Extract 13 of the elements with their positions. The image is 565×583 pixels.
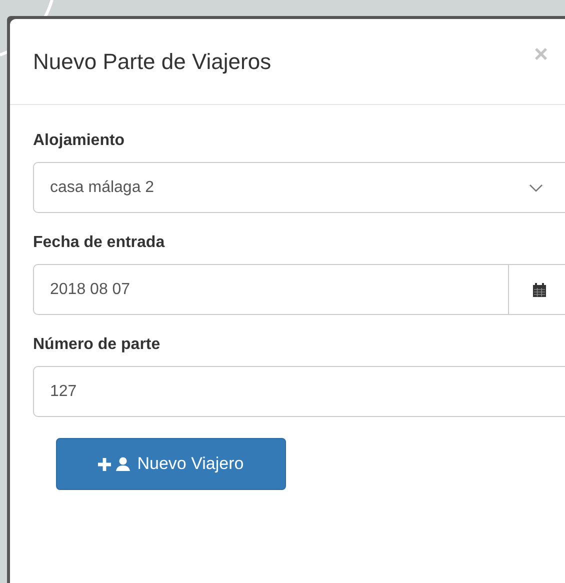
dialog-title: Nuevo Parte de Viajeros	[33, 48, 272, 74]
field-label: Fecha de entrada	[33, 234, 166, 252]
calendar-button[interactable]	[509, 264, 565, 315]
select-field[interactable]: casa málaga 2	[33, 162, 565, 213]
text-field[interactable]: 127	[33, 366, 565, 417]
field-label: Número de parte	[33, 336, 162, 354]
date-field[interactable]: 2018 08 07	[33, 264, 509, 315]
add-traveler-button[interactable]: Nuevo Viajero	[56, 438, 286, 490]
chevron-down-icon	[529, 184, 543, 192]
calendar-icon	[532, 282, 546, 296]
field-label: Alojamiento	[33, 132, 126, 150]
user-icon	[116, 457, 130, 471]
plus-icon	[98, 458, 112, 470]
